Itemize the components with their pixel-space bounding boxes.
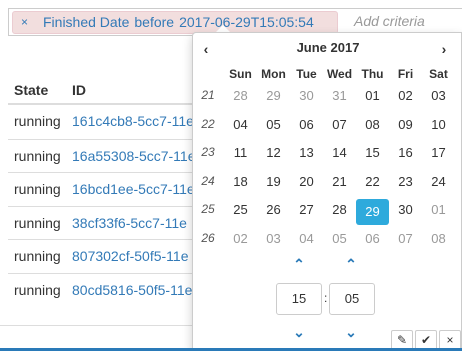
table-row[interactable]: running 16bcd1ee-5cc7-11e	[8, 172, 198, 206]
calendar-day[interactable]: 16	[389, 141, 422, 164]
increment-hour-icon[interactable]: ⌃	[287, 256, 311, 272]
calendar-day[interactable]: 30	[389, 198, 422, 221]
calendar-day[interactable]: 28	[224, 84, 257, 107]
criteria-tag-text: Finished Date before 2017-06-29T15:05:54	[43, 12, 319, 33]
add-criteria-placeholder[interactable]: Add criteria	[354, 13, 425, 29]
column-header-id[interactable]: ID	[72, 82, 86, 98]
prev-month-icon[interactable]: ‹	[199, 41, 213, 57]
row-id-link[interactable]: 38cf33f6-5cc7-11e	[72, 215, 187, 231]
calendar-day[interactable]: 22	[356, 170, 389, 193]
picker-arrow	[216, 25, 230, 32]
calendar-day[interactable]: 04	[224, 113, 257, 136]
weekday-label: Thu	[361, 67, 384, 81]
calendar-day[interactable]: 03	[257, 227, 290, 250]
remove-criteria-icon[interactable]: ×	[21, 12, 28, 33]
weekday-label: Wed	[326, 67, 353, 81]
row-state: running	[14, 113, 61, 129]
calendar-day[interactable]: 12	[257, 141, 290, 164]
weekday-label: Sat	[429, 67, 448, 81]
decrement-minute-icon[interactable]: ⌄	[339, 324, 363, 340]
calendar-day[interactable]: 30	[290, 84, 323, 107]
calendar-day[interactable]: 13	[290, 141, 323, 164]
criteria-tag[interactable]: × Finished Date before 2017-06-29T15:05:54	[12, 11, 338, 34]
calendar-day[interactable]: 23	[389, 170, 422, 193]
calendar-day[interactable]: 01	[356, 84, 389, 107]
criteria-value: 2017-06-29T15:05:54	[179, 14, 314, 30]
week-number: 24	[201, 173, 215, 188]
row-id-link[interactable]: 807302cf-50f5-11e	[72, 248, 189, 264]
weekday-label: Mon	[261, 67, 286, 81]
row-id-link[interactable]: 16bcd1ee-5cc7-11e	[72, 181, 195, 197]
calendar-day[interactable]: 07	[323, 113, 356, 136]
weekday-label: Sun	[229, 67, 252, 81]
calendar-day[interactable]: 01	[422, 198, 455, 221]
month-title[interactable]: June 2017	[253, 40, 403, 55]
calendar-day[interactable]: 10	[422, 113, 455, 136]
criteria-operator: before	[134, 14, 175, 30]
calendar-day[interactable]: 04	[290, 227, 323, 250]
calendar-day[interactable]: 21	[323, 170, 356, 193]
table-row[interactable]: running 807302cf-50f5-11e	[8, 239, 198, 273]
time-separator: :	[324, 291, 328, 305]
increment-minute-icon[interactable]: ⌃	[339, 256, 363, 272]
calendar-day[interactable]: 02	[224, 227, 257, 250]
table-bottom-divider	[0, 325, 200, 326]
pencil-icon[interactable]: ✎	[391, 330, 413, 350]
table-row[interactable]: running 38cf33f6-5cc7-11e	[8, 205, 198, 240]
calendar-day[interactable]: 07	[389, 227, 422, 250]
table-row[interactable]: running 161c4cb8-5cc7-11e	[8, 105, 198, 138]
calendar-day[interactable]: 24	[422, 170, 455, 193]
datetime-picker: ‹ June 2017 › Sun Mon Tue Wed Thu Fri Sat 21 28…	[192, 32, 462, 351]
calendar-day[interactable]: 02	[389, 84, 422, 107]
calendar-day[interactable]: 11	[224, 141, 257, 164]
row-state: running	[14, 214, 61, 231]
calendar-day[interactable]: 26	[257, 198, 290, 221]
row-id-link[interactable]: 161c4cb8-5cc7-11e	[72, 113, 194, 129]
weekday-label: Tue	[296, 67, 317, 81]
calendar-day[interactable]: 15	[356, 141, 389, 164]
week-number: 23	[201, 145, 215, 160]
calendar-day[interactable]: 05	[257, 113, 290, 136]
criteria-field: Finished Date	[43, 14, 130, 30]
table-row[interactable]: running 16a55308-5cc7-11e	[8, 138, 198, 173]
calendar-day[interactable]: 28	[323, 198, 356, 221]
row-state: running	[14, 248, 61, 264]
calendar-day[interactable]: 06	[290, 113, 323, 136]
calendar-day[interactable]: 08	[356, 113, 389, 136]
hour-field[interactable]: 15	[276, 283, 322, 315]
calendar-day[interactable]: 27	[290, 198, 323, 221]
calendar-day[interactable]: 14	[323, 141, 356, 164]
minute-field[interactable]: 05	[329, 283, 375, 315]
calendar-day[interactable]: 06	[356, 227, 389, 250]
calendar-day[interactable]: 25	[224, 198, 257, 221]
column-header-state[interactable]: State	[14, 82, 48, 98]
calendar-day[interactable]: 05	[323, 227, 356, 250]
table-row[interactable]: running 80cd5816-50f5-11e	[8, 272, 198, 307]
calendar-day[interactable]: 17	[422, 141, 455, 164]
row-state: running	[14, 181, 61, 197]
calendar-day[interactable]: 31	[323, 84, 356, 107]
week-number: 22	[201, 116, 215, 131]
calendar-day[interactable]: 03	[422, 84, 455, 107]
row-state: running	[14, 147, 61, 164]
row-id-link[interactable]: 80cd5816-50f5-11e	[72, 282, 192, 298]
calendar-day[interactable]: 09	[389, 113, 422, 136]
row-state: running	[14, 281, 61, 298]
weekday-label: Fri	[397, 67, 414, 81]
next-month-icon[interactable]: ›	[437, 41, 451, 57]
week-number: 25	[201, 202, 215, 217]
calendar-day[interactable]: 29	[257, 84, 290, 107]
check-icon[interactable]: ✔	[415, 330, 437, 350]
calendar-day[interactable]: 20	[290, 170, 323, 193]
calendar-day[interactable]: 19	[257, 170, 290, 193]
close-icon[interactable]: ×	[439, 330, 461, 350]
calendar-day[interactable]: 18	[224, 170, 257, 193]
selected-day[interactable]: 29	[356, 199, 389, 226]
week-number: 21	[201, 88, 215, 102]
calendar-day[interactable]: 08	[422, 227, 455, 250]
week-number: 26	[201, 231, 215, 245]
row-id-link[interactable]: 16a55308-5cc7-11e	[72, 148, 196, 164]
decrement-hour-icon[interactable]: ⌄	[287, 324, 311, 340]
